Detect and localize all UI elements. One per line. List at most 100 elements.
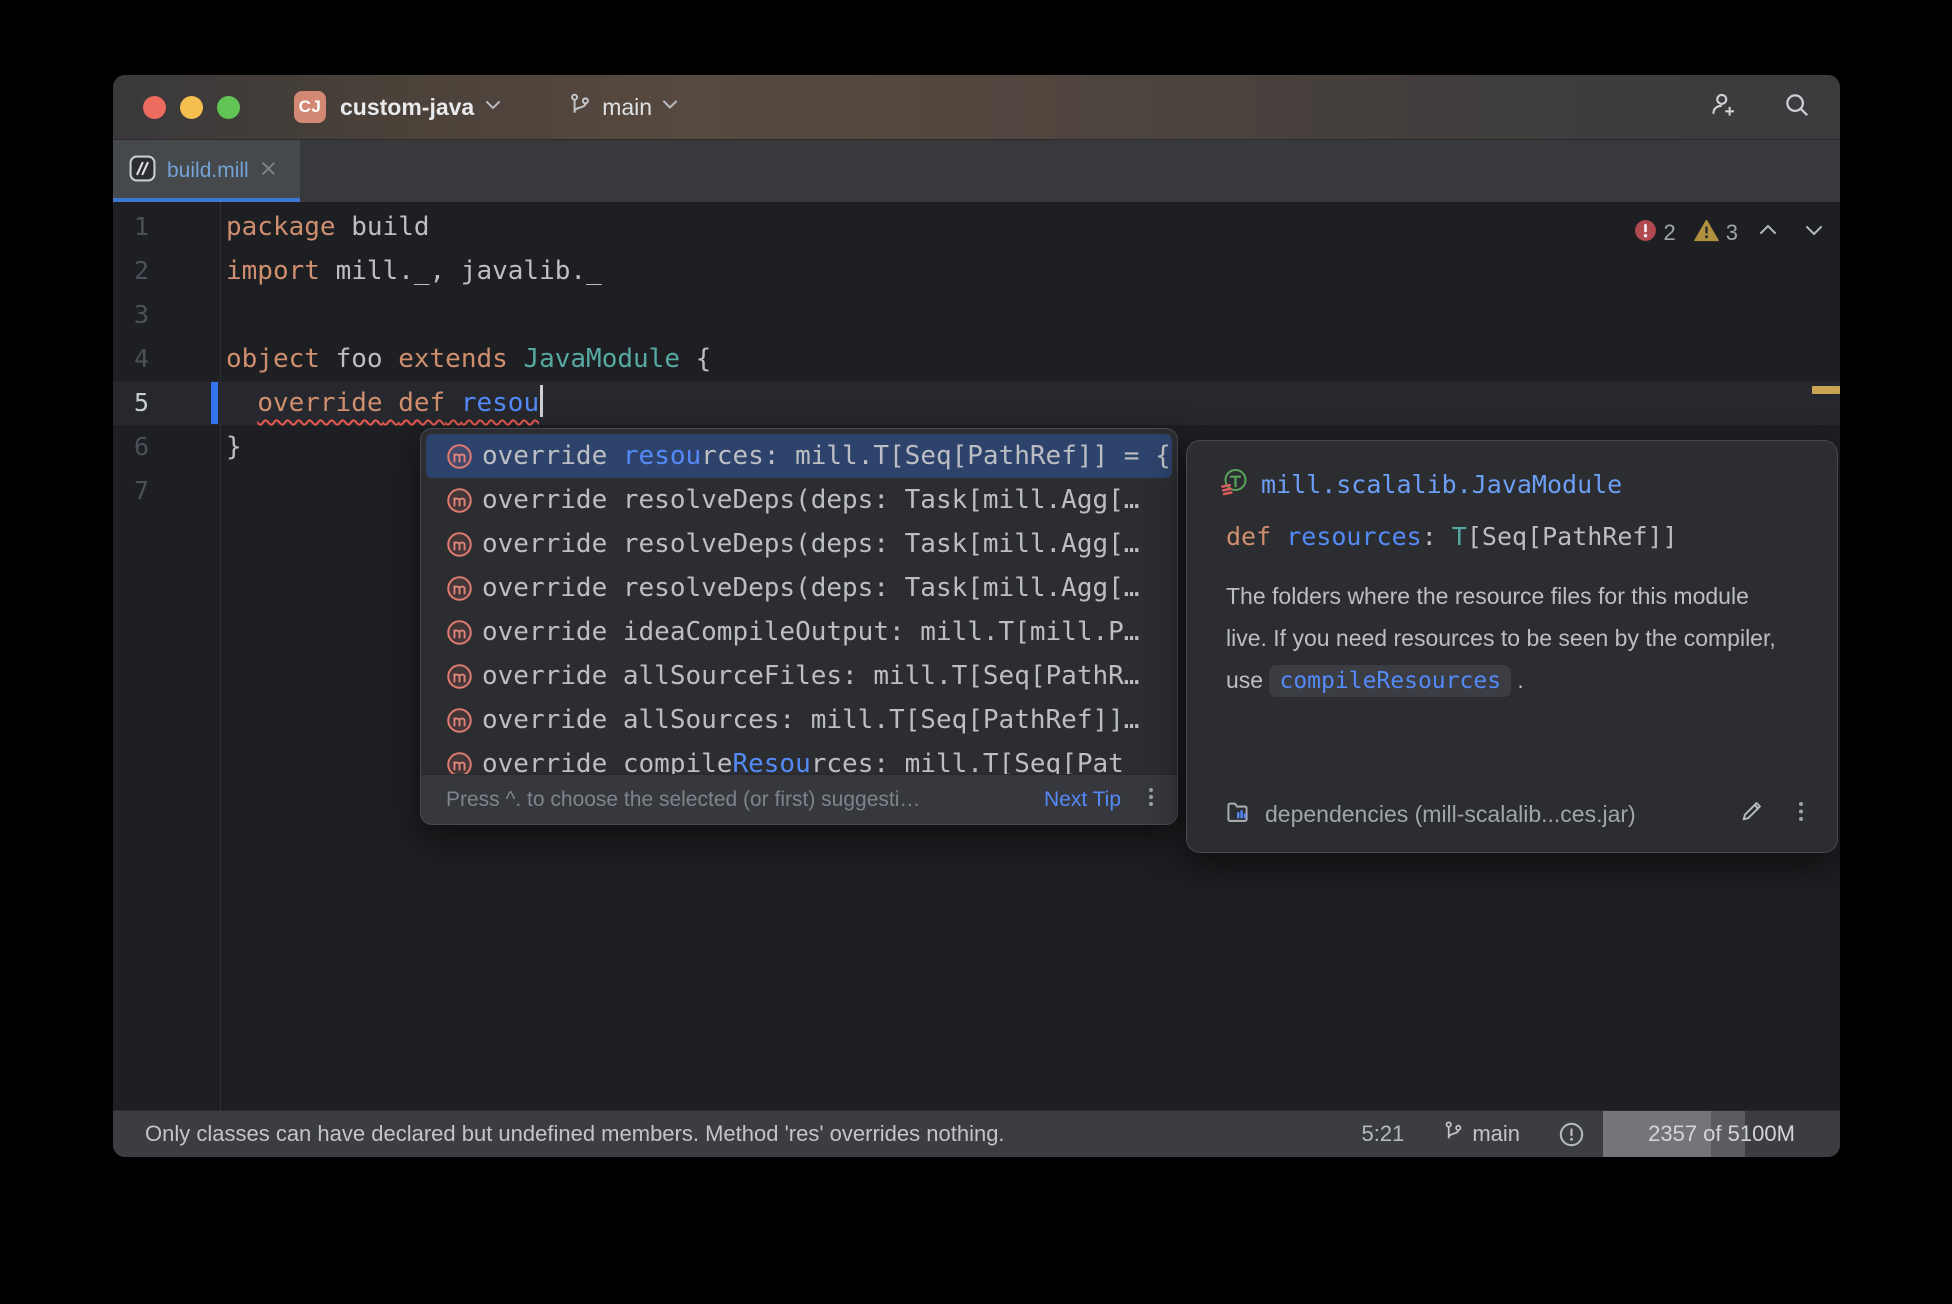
documentation-popup: mill.scalalib.JavaModule def resources: …	[1186, 440, 1838, 853]
completion-item[interactable]: override ideaCompileOutput: mill.T[mill.…	[426, 610, 1172, 654]
code-token	[445, 388, 461, 418]
completion-text-segment: override	[482, 441, 623, 471]
code-token: JavaModule	[523, 344, 680, 374]
code-text: import mill._, javalib._	[226, 249, 602, 293]
completion-text-segment: resou	[623, 441, 701, 471]
completion-item-text: override allSources: mill.T[Seq[PathRef]…	[482, 705, 1139, 735]
caret-position-widget[interactable]: 5:21	[1361, 1121, 1404, 1147]
doc-body-text: The folders where the resource files for…	[1226, 575, 1794, 702]
completion-item-text: override compileResources: mill.T[Seq[Pa…	[482, 749, 1124, 775]
signature-token: [Seq[PathRef]]	[1467, 522, 1678, 551]
method-icon	[446, 443, 473, 470]
code-token: mill._, javalib._	[320, 256, 602, 286]
tab-build-mill[interactable]: build.mill	[113, 140, 300, 202]
git-branch-icon	[567, 92, 593, 123]
minimize-window-button[interactable]	[180, 96, 203, 119]
completion-text-segment: rces: mill.T[Seq[Pat	[811, 749, 1124, 775]
code-token	[383, 388, 399, 418]
code-text: }	[226, 425, 242, 469]
completion-item[interactable]: override allSources: mill.T[Seq[PathRef]…	[426, 698, 1172, 742]
code-text: object foo extends JavaModule {	[226, 337, 711, 381]
notifications-icon[interactable]	[1558, 1121, 1585, 1148]
project-icon[interactable]: CJ	[294, 91, 326, 123]
code-token	[226, 388, 257, 418]
code-line[interactable]: 3	[113, 293, 1840, 337]
signature-token	[1271, 522, 1286, 551]
vcs-change-marker	[211, 382, 218, 424]
completion-item-text: override ideaCompileOutput: mill.T[mill.…	[482, 617, 1139, 647]
doc-breadcrumb-link[interactable]: mill.scalalib.JavaModule	[1261, 470, 1622, 499]
error-icon	[1634, 219, 1657, 247]
code-line[interactable]: 5 override def resou	[113, 381, 1840, 425]
completion-item[interactable]: override allSourceFiles: mill.T[Seq[Path…	[426, 654, 1172, 698]
search-icon[interactable]	[1782, 90, 1812, 125]
code-token: object	[226, 344, 320, 374]
code-line[interactable]: 1 package build	[113, 205, 1840, 249]
completion-item[interactable]: override resources: mill.T[Seq[PathRef]]…	[426, 434, 1172, 478]
inline-code-link[interactable]: compileResources	[1269, 665, 1511, 697]
completion-popup: override resources: mill.T[Seq[PathRef]]…	[420, 428, 1178, 825]
memory-indicator[interactable]: 2357 of 5100M	[1603, 1111, 1840, 1158]
code-token: override	[257, 388, 382, 418]
code-token: import	[226, 256, 320, 286]
kebab-menu-icon[interactable]	[1791, 798, 1811, 830]
line-number: 1	[113, 205, 149, 249]
status-branch-widget[interactable]: main	[1442, 1120, 1520, 1148]
code-text: override def resou	[226, 381, 543, 425]
code-text: package build	[226, 205, 430, 249]
next-tip-link[interactable]: Next Tip	[1044, 788, 1121, 812]
signature-token: def	[1226, 522, 1271, 551]
tab-label: build.mill	[167, 159, 249, 183]
title-bar[interactable]: CJ custom-java main	[113, 75, 1840, 139]
completion-text-segment: override resolveDeps(deps: Task[mill.Agg…	[482, 485, 1139, 515]
completion-item[interactable]: override resolveDeps(deps: Task[mill.Agg…	[426, 566, 1172, 610]
code-token	[508, 344, 524, 374]
code-line[interactable]: 2 import mill._, javalib._	[113, 249, 1840, 293]
editor-tab-bar: build.mill	[113, 139, 1840, 202]
close-window-button[interactable]	[143, 96, 166, 119]
project-name[interactable]: custom-java	[340, 94, 474, 121]
completion-text-segment: override compile	[482, 749, 732, 775]
next-problem-chevron-down-icon[interactable]	[1802, 218, 1826, 247]
completion-text-segment: override ideaCompileOutput: mill.T[mill.…	[482, 617, 1139, 647]
completion-item[interactable]: override resolveDeps(deps: Task[mill.Agg…	[426, 478, 1172, 522]
doc-text-segment: .	[1511, 667, 1524, 693]
method-icon	[446, 707, 473, 734]
completion-item-text: override resolveDeps(deps: Task[mill.Agg…	[482, 573, 1139, 603]
completion-text-segment: override allSourceFiles: mill.T[Seq[Path…	[482, 661, 1139, 691]
code-token: def	[398, 388, 445, 418]
signature-token: resources	[1286, 522, 1421, 551]
code-line[interactable]: 4 object foo extends JavaModule {	[113, 337, 1840, 381]
kebab-menu-icon[interactable]	[1141, 784, 1161, 815]
git-branch-icon	[1442, 1120, 1465, 1148]
line-number: 6	[113, 425, 149, 469]
vcs-widget[interactable]: main	[567, 92, 679, 123]
completion-item-text: override resolveDeps(deps: Task[mill.Agg…	[482, 485, 1139, 515]
chevron-down-icon[interactable]	[483, 98, 503, 117]
doc-signature: def resources: T[Seq[PathRef]]	[1226, 522, 1803, 551]
doc-footer: dependencies (mill-scalalib...ces.jar)	[1223, 797, 1811, 831]
method-icon	[446, 751, 473, 776]
maximize-window-button[interactable]	[217, 96, 240, 119]
completion-item-text: override allSourceFiles: mill.T[Seq[Path…	[482, 661, 1139, 691]
line-number: 2	[113, 249, 149, 293]
signature-token: T	[1452, 522, 1467, 551]
line-number: 3	[113, 293, 149, 337]
trait-icon	[1220, 467, 1250, 502]
completion-text-segment: rces: mill.T[Seq[PathRef]] = {	[701, 441, 1171, 471]
completion-item[interactable]: override resolveDeps(deps: Task[mill.Agg…	[426, 522, 1172, 566]
text-caret	[540, 385, 543, 417]
error-count: 2	[1664, 220, 1676, 246]
scrollbar-warning-stripe[interactable]	[1812, 386, 1840, 394]
completion-text-segment: override resolveDeps(deps: Task[mill.Agg…	[482, 573, 1139, 603]
chevron-down-icon	[661, 98, 679, 116]
previous-problem-chevron-up-icon[interactable]	[1756, 218, 1780, 247]
line-number: 4	[113, 337, 149, 381]
close-tab-icon[interactable]	[260, 160, 277, 182]
completion-item[interactable]: override compileResources: mill.T[Seq[Pa…	[426, 742, 1172, 775]
edit-pencil-icon[interactable]	[1738, 798, 1765, 830]
method-icon	[446, 487, 473, 514]
inspections-widget[interactable]: 2 3	[1634, 218, 1827, 247]
code-token: build	[336, 212, 430, 242]
code-with-me-icon[interactable]	[1708, 90, 1738, 125]
